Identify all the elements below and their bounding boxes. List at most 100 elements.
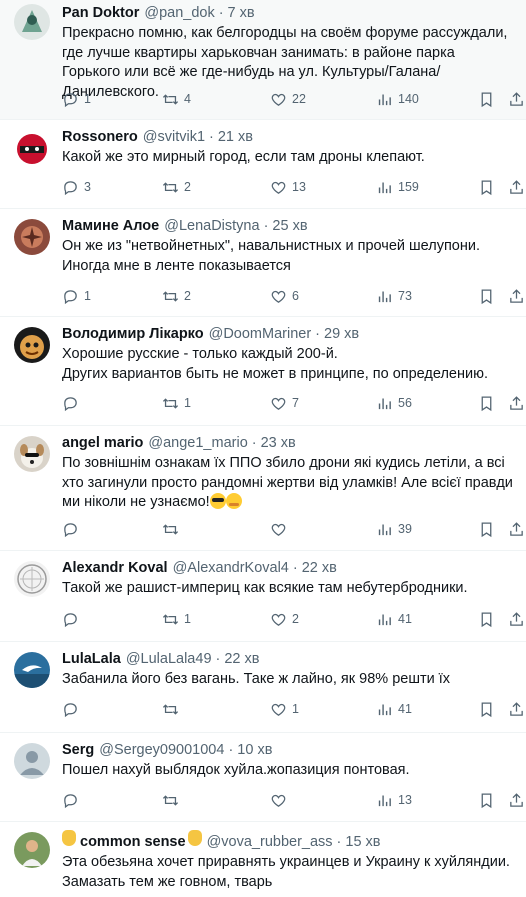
tweet-header: LulaLala @LulaLala49 · 22 хв (62, 650, 514, 669)
bookmark-button[interactable] (478, 395, 495, 412)
timestamp[interactable]: 22 хв (224, 650, 259, 669)
avatar[interactable] (14, 219, 50, 255)
share-button[interactable] (508, 91, 525, 108)
timestamp[interactable]: 23 хв (261, 434, 296, 453)
avatar[interactable] (14, 436, 50, 472)
like-button[interactable] (270, 521, 292, 538)
tweet[interactable]: Pan Doktor @pan_dok · 7 хв Прекрасно пом… (0, 0, 526, 120)
share-button[interactable] (508, 701, 525, 718)
author-handle[interactable]: @svitvik1 (143, 128, 205, 147)
like-button[interactable] (270, 792, 292, 809)
tweet-header: Володимир Лікарко @DoomMariner · 29 хв (62, 325, 514, 344)
author-handle[interactable]: @LulaLala49 (126, 650, 212, 669)
tweet[interactable]: angel mario @ange1_mario · 23 хв По зовн… (0, 426, 526, 551)
tweet-text-container: По зовнішнім ознакам їх ППО збило дрони … (62, 454, 514, 513)
tweet[interactable]: common sense @vova_rubber_ass · 15 хв Эт… (0, 822, 526, 897)
like-button[interactable]: 2 (270, 611, 299, 628)
retweet-button[interactable] (162, 701, 184, 718)
timestamp[interactable]: 21 хв (218, 128, 253, 147)
author-name[interactable]: angel mario (62, 434, 143, 453)
author-handle[interactable]: @Sergey09001004 (99, 741, 224, 760)
author-handle[interactable]: @LenaDistyna (164, 217, 259, 236)
author-name[interactable]: Alexandr Koval (62, 559, 168, 578)
author-name[interactable]: LulaLala (62, 650, 121, 669)
views-button[interactable]: 41 (376, 701, 412, 718)
hugging-emoji-icon (225, 493, 242, 509)
author-handle[interactable]: @AlexandrKoval4 (173, 559, 289, 578)
reply-button[interactable] (62, 701, 84, 718)
retweet-button[interactable]: 1 (162, 395, 191, 412)
retweet-button[interactable]: 2 (162, 288, 191, 305)
reply-button[interactable] (62, 395, 84, 412)
timestamp[interactable]: 25 хв (272, 217, 307, 236)
views-button[interactable]: 140 (376, 91, 419, 108)
reply-button[interactable]: 1 (62, 288, 91, 305)
heart-icon (271, 290, 286, 303)
views-button[interactable]: 13 (376, 792, 412, 809)
views-chart-icon (378, 704, 391, 715)
like-button[interactable]: 1 (270, 701, 299, 718)
share-button[interactable] (508, 395, 525, 412)
share-button[interactable] (508, 521, 525, 538)
bookmark-button[interactable] (478, 288, 495, 305)
author-name[interactable]: Pan Doktor (62, 4, 139, 23)
bookmark-button[interactable] (478, 521, 495, 538)
timestamp[interactable]: 15 хв (345, 833, 380, 852)
author-handle[interactable]: @pan_dok (144, 4, 214, 23)
views-button[interactable]: 159 (376, 179, 419, 196)
author-name[interactable]: Rossonero (62, 128, 138, 147)
reply-button[interactable] (62, 792, 84, 809)
avatar[interactable] (14, 130, 50, 166)
tweet[interactable]: Rossonero @svitvik1 · 21 хв Какой же это… (0, 120, 526, 209)
timestamp[interactable]: 22 хв (302, 559, 337, 578)
share-button[interactable] (508, 179, 525, 196)
views-button[interactable]: 41 (376, 611, 412, 628)
timestamp[interactable]: 10 хв (237, 741, 272, 760)
avatar[interactable] (14, 832, 50, 868)
views-button[interactable]: 73 (376, 288, 412, 305)
avatar[interactable] (14, 743, 50, 779)
views-button[interactable]: 39 (376, 521, 412, 538)
reply-button[interactable] (62, 611, 84, 628)
views-count: 39 (398, 522, 412, 536)
retweet-button[interactable] (162, 792, 184, 809)
reply-button[interactable]: 3 (62, 179, 91, 196)
bookmark-button[interactable] (478, 792, 495, 809)
reply-button[interactable]: 1 (62, 91, 91, 108)
author-name[interactable]: Мамине Алое (62, 217, 159, 236)
like-button[interactable]: 6 (270, 288, 299, 305)
tweet[interactable]: Мамине Алое @LenaDistyna · 25 хв Он же и… (0, 209, 526, 317)
share-button[interactable] (508, 611, 525, 628)
bookmark-button[interactable] (478, 701, 495, 718)
share-button[interactable] (508, 288, 525, 305)
author-name[interactable]: Володимир Лікарко (62, 325, 204, 344)
retweet-button[interactable]: 2 (162, 179, 191, 196)
tweet[interactable]: Володимир Лікарко @DoomMariner · 29 хв Х… (0, 317, 526, 426)
author-handle[interactable]: @ange1_mario (148, 434, 247, 453)
timestamp[interactable]: 7 хв (228, 4, 255, 23)
author-handle[interactable]: @vova_rubber_ass (207, 833, 333, 852)
retweet-button[interactable] (162, 521, 184, 538)
avatar[interactable] (14, 561, 50, 597)
like-button[interactable]: 22 (270, 91, 306, 108)
like-button[interactable]: 13 (270, 179, 306, 196)
bookmark-button[interactable] (478, 179, 495, 196)
avatar[interactable] (14, 652, 50, 688)
views-button[interactable]: 56 (376, 395, 412, 412)
tweet[interactable]: LulaLala @LulaLala49 · 22 хв Забанила йо… (0, 642, 526, 733)
share-button[interactable] (508, 792, 525, 809)
like-button[interactable]: 7 (270, 395, 299, 412)
timestamp[interactable]: 29 хв (324, 325, 359, 344)
retweet-button[interactable]: 1 (162, 611, 191, 628)
avatar[interactable] (14, 327, 50, 363)
bookmark-button[interactable] (478, 611, 495, 628)
retweet-button[interactable]: 4 (162, 91, 191, 108)
tweet[interactable]: Alexandr Koval @AlexandrKoval4 · 22 хв Т… (0, 551, 526, 642)
author-name[interactable]: common sense (80, 833, 186, 852)
author-handle[interactable]: @DoomMariner (209, 325, 312, 344)
reply-button[interactable] (62, 521, 84, 538)
bookmark-button[interactable] (478, 91, 495, 108)
avatar[interactable] (14, 4, 50, 40)
tweet[interactable]: Serg @Sergey09001004 · 10 хв Пошел нахуй… (0, 733, 526, 822)
author-name[interactable]: Serg (62, 741, 94, 760)
